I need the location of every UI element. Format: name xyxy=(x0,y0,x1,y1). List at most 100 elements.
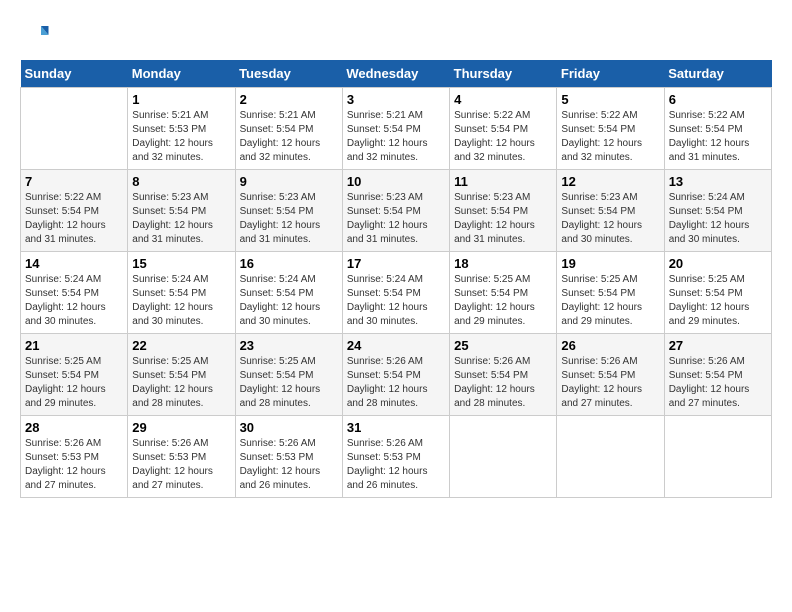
logo xyxy=(20,20,54,50)
day-info: Sunrise: 5:26 AM Sunset: 5:54 PM Dayligh… xyxy=(347,355,445,411)
calendar-cell: 30Sunrise: 5:26 AM Sunset: 5:53 PM Dayli… xyxy=(235,416,342,498)
day-number: 25 xyxy=(454,338,552,353)
calendar-cell: 22 Sunrise: 5:25 AM Sunset: 5:54 PM Dayli… xyxy=(128,334,235,416)
calendar-cell: 20 Sunrise: 5:25 AM Sunset: 5:54 PM Dayli… xyxy=(664,252,771,334)
calendar-cell: 4 Sunrise: 5:22 AM Sunset: 5:54 PM Daylig… xyxy=(450,88,557,170)
calendar-week-3: 14 Sunrise: 5:24 AM Sunset: 5:54 PM Dayli… xyxy=(21,252,772,334)
day-info: Sunrise: 5:23 AM Sunset: 5:54 PM Dayligh… xyxy=(561,191,659,247)
day-info: Sunrise: 5:22 AM Sunset: 5:54 PM Dayligh… xyxy=(669,109,767,165)
day-header-tuesday: Tuesday xyxy=(235,60,342,88)
day-info: Sunrise: 5:24 AM Sunset: 5:54 PM Dayligh… xyxy=(669,191,767,247)
calendar-cell: 14 Sunrise: 5:24 AM Sunset: 5:54 PM Dayli… xyxy=(21,252,128,334)
calendar-cell: 26Sunrise: 5:26 AM Sunset: 5:54 PM Dayli… xyxy=(557,334,664,416)
day-info: Sunrise: 5:21 AM Sunset: 5:53 PM Dayligh… xyxy=(132,109,230,165)
day-info: Sunrise: 5:22 AM Sunset: 5:54 PM Dayligh… xyxy=(561,109,659,165)
day-number: 16 xyxy=(240,256,338,271)
day-number: 11 xyxy=(454,174,552,189)
day-number: 10 xyxy=(347,174,445,189)
day-header-thursday: Thursday xyxy=(450,60,557,88)
day-info: Sunrise: 5:25 AM Sunset: 5:54 PM Dayligh… xyxy=(132,355,230,411)
day-info: Sunrise: 5:22 AM Sunset: 5:54 PM Dayligh… xyxy=(454,109,552,165)
calendar-cell: 10 Sunrise: 5:23 AM Sunset: 5:54 PM Dayli… xyxy=(342,170,449,252)
day-info: Sunrise: 5:23 AM Sunset: 5:54 PM Dayligh… xyxy=(132,191,230,247)
calendar-cell: 2Sunrise: 5:21 AM Sunset: 5:54 PM Daylig… xyxy=(235,88,342,170)
calendar-cell: 6 Sunrise: 5:22 AM Sunset: 5:54 PM Daylig… xyxy=(664,88,771,170)
calendar-cell: 31 Sunrise: 5:26 AM Sunset: 5:53 PM Dayli… xyxy=(342,416,449,498)
day-info: Sunrise: 5:26 AM Sunset: 5:53 PM Dayligh… xyxy=(132,437,230,493)
calendar-cell: 25 Sunrise: 5:26 AM Sunset: 5:54 PM Dayli… xyxy=(450,334,557,416)
calendar-cell: 18Sunrise: 5:25 AM Sunset: 5:54 PM Dayli… xyxy=(450,252,557,334)
day-number: 5 xyxy=(561,92,659,107)
day-info: Sunrise: 5:24 AM Sunset: 5:54 PM Dayligh… xyxy=(240,273,338,329)
day-number: 3 xyxy=(347,92,445,107)
calendar-week-2: 7 Sunrise: 5:22 AM Sunset: 5:54 PM Daylig… xyxy=(21,170,772,252)
calendar-week-4: 21Sunrise: 5:25 AM Sunset: 5:54 PM Dayli… xyxy=(21,334,772,416)
day-info: Sunrise: 5:23 AM Sunset: 5:54 PM Dayligh… xyxy=(240,191,338,247)
day-info: Sunrise: 5:26 AM Sunset: 5:54 PM Dayligh… xyxy=(669,355,767,411)
day-number: 28 xyxy=(25,420,123,435)
calendar-cell: 12 Sunrise: 5:23 AM Sunset: 5:54 PM Dayli… xyxy=(557,170,664,252)
day-info: Sunrise: 5:25 AM Sunset: 5:54 PM Dayligh… xyxy=(669,273,767,329)
calendar-cell: 11 Sunrise: 5:23 AM Sunset: 5:54 PM Dayli… xyxy=(450,170,557,252)
day-number: 31 xyxy=(347,420,445,435)
day-info: Sunrise: 5:24 AM Sunset: 5:54 PM Dayligh… xyxy=(132,273,230,329)
calendar-cell: 29 Sunrise: 5:26 AM Sunset: 5:53 PM Dayli… xyxy=(128,416,235,498)
calendar-cell: 19 Sunrise: 5:25 AM Sunset: 5:54 PM Dayli… xyxy=(557,252,664,334)
day-number: 29 xyxy=(132,420,230,435)
page-header xyxy=(20,20,772,50)
day-number: 12 xyxy=(561,174,659,189)
day-header-wednesday: Wednesday xyxy=(342,60,449,88)
day-number: 15 xyxy=(132,256,230,271)
day-info: Sunrise: 5:24 AM Sunset: 5:54 PM Dayligh… xyxy=(347,273,445,329)
day-info: Sunrise: 5:21 AM Sunset: 5:54 PM Dayligh… xyxy=(347,109,445,165)
calendar-cell: 23 Sunrise: 5:25 AM Sunset: 5:54 PM Dayli… xyxy=(235,334,342,416)
day-number: 17 xyxy=(347,256,445,271)
day-number: 19 xyxy=(561,256,659,271)
calendar-week-1: 1Sunrise: 5:21 AM Sunset: 5:53 PM Daylig… xyxy=(21,88,772,170)
day-number: 23 xyxy=(240,338,338,353)
day-info: Sunrise: 5:26 AM Sunset: 5:53 PM Dayligh… xyxy=(25,437,123,493)
day-header-saturday: Saturday xyxy=(664,60,771,88)
calendar-cell: 1Sunrise: 5:21 AM Sunset: 5:53 PM Daylig… xyxy=(128,88,235,170)
day-info: Sunrise: 5:26 AM Sunset: 5:54 PM Dayligh… xyxy=(561,355,659,411)
day-number: 20 xyxy=(669,256,767,271)
day-info: Sunrise: 5:24 AM Sunset: 5:54 PM Dayligh… xyxy=(25,273,123,329)
day-number: 27 xyxy=(669,338,767,353)
calendar-cell: 7 Sunrise: 5:22 AM Sunset: 5:54 PM Daylig… xyxy=(21,170,128,252)
calendar-cell: 8 Sunrise: 5:23 AM Sunset: 5:54 PM Daylig… xyxy=(128,170,235,252)
calendar-cell: 27 Sunrise: 5:26 AM Sunset: 5:54 PM Dayli… xyxy=(664,334,771,416)
calendar-cell xyxy=(450,416,557,498)
day-number: 6 xyxy=(669,92,767,107)
day-info: Sunrise: 5:23 AM Sunset: 5:54 PM Dayligh… xyxy=(347,191,445,247)
day-info: Sunrise: 5:26 AM Sunset: 5:54 PM Dayligh… xyxy=(454,355,552,411)
day-info: Sunrise: 5:25 AM Sunset: 5:54 PM Dayligh… xyxy=(25,355,123,411)
calendar-cell: 16 Sunrise: 5:24 AM Sunset: 5:54 PM Dayli… xyxy=(235,252,342,334)
calendar-cell: 28 Sunrise: 5:26 AM Sunset: 5:53 PM Dayli… xyxy=(21,416,128,498)
day-number: 2 xyxy=(240,92,338,107)
logo-icon xyxy=(20,20,50,50)
day-header-sunday: Sunday xyxy=(21,60,128,88)
day-number: 4 xyxy=(454,92,552,107)
day-info: Sunrise: 5:25 AM Sunset: 5:54 PM Dayligh… xyxy=(454,273,552,329)
day-number: 7 xyxy=(25,174,123,189)
day-number: 13 xyxy=(669,174,767,189)
calendar-header-row: SundayMondayTuesdayWednesdayThursdayFrid… xyxy=(21,60,772,88)
calendar-cell: 24Sunrise: 5:26 AM Sunset: 5:54 PM Dayli… xyxy=(342,334,449,416)
day-number: 22 xyxy=(132,338,230,353)
calendar-cell xyxy=(21,88,128,170)
day-info: Sunrise: 5:26 AM Sunset: 5:53 PM Dayligh… xyxy=(347,437,445,493)
day-info: Sunrise: 5:22 AM Sunset: 5:54 PM Dayligh… xyxy=(25,191,123,247)
calendar-week-5: 28 Sunrise: 5:26 AM Sunset: 5:53 PM Dayli… xyxy=(21,416,772,498)
day-info: Sunrise: 5:25 AM Sunset: 5:54 PM Dayligh… xyxy=(561,273,659,329)
day-number: 8 xyxy=(132,174,230,189)
calendar-cell: 13 Sunrise: 5:24 AM Sunset: 5:54 PM Dayli… xyxy=(664,170,771,252)
day-info: Sunrise: 5:25 AM Sunset: 5:54 PM Dayligh… xyxy=(240,355,338,411)
calendar-cell xyxy=(664,416,771,498)
calendar-cell: 3 Sunrise: 5:21 AM Sunset: 5:54 PM Daylig… xyxy=(342,88,449,170)
calendar-cell: 5 Sunrise: 5:22 AM Sunset: 5:54 PM Daylig… xyxy=(557,88,664,170)
calendar-cell xyxy=(557,416,664,498)
day-info: Sunrise: 5:23 AM Sunset: 5:54 PM Dayligh… xyxy=(454,191,552,247)
day-number: 14 xyxy=(25,256,123,271)
day-number: 9 xyxy=(240,174,338,189)
day-number: 30 xyxy=(240,420,338,435)
